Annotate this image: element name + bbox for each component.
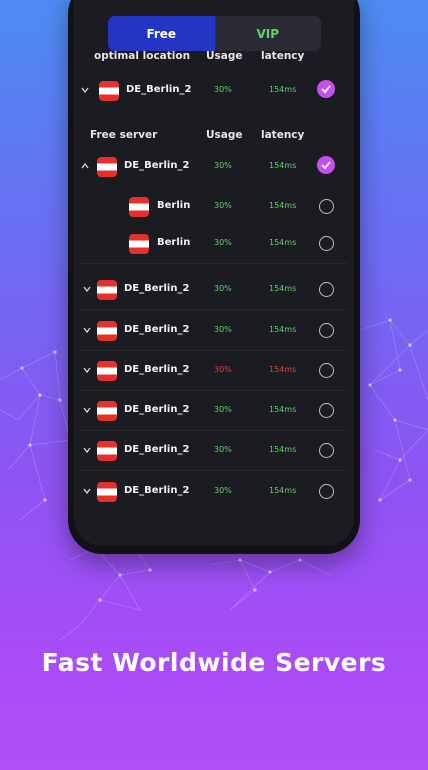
server-name: DE_Berlin_2 (124, 324, 190, 335)
phone-screen: Free VIP optimal location Usage latency … (74, 0, 354, 546)
server-latency: 154ms (269, 365, 297, 374)
server-usage: 30% (214, 284, 232, 293)
server-latency: 154ms (269, 161, 297, 170)
server-radio[interactable] (319, 236, 334, 251)
server-usage: 30% (214, 238, 232, 247)
chevron-down-icon[interactable] (82, 405, 92, 415)
row-divider (80, 309, 348, 310)
server-usage: 30% (214, 405, 232, 414)
row-divider (80, 263, 348, 264)
server-name: DE_Berlin_2 (124, 485, 190, 496)
server-latency: 154ms (269, 325, 297, 334)
server-latency: 154ms (269, 445, 297, 454)
server-name: DE_Berlin_2 (124, 364, 190, 375)
server-usage: 30% (214, 486, 232, 495)
server-usage: 30% (214, 161, 232, 170)
server-name: DE_Berlin_2 (126, 84, 192, 95)
usage-column-heading: Usage (206, 129, 243, 141)
austria-flag-icon (97, 157, 117, 177)
server-name: Berlin (157, 200, 191, 211)
server-name: DE_Berlin_2 (124, 160, 190, 171)
tagline: Fast Worldwide Servers (41, 648, 387, 677)
sub-server-row[interactable]: Berlin 30% 154ms (74, 224, 354, 264)
selected-check-icon[interactable] (317, 80, 335, 98)
chevron-down-icon[interactable] (82, 365, 92, 375)
server-usage: 30% (214, 325, 232, 334)
plan-segmented-control: Free VIP (108, 16, 321, 51)
server-row[interactable]: DE_Berlin_2 30% 154ms (74, 147, 354, 187)
austria-flag-icon (97, 401, 117, 421)
austria-flag-icon (99, 81, 119, 101)
usage-column-heading: Usage (206, 50, 243, 62)
server-row[interactable]: DE_Berlin_2 30% 154ms (74, 311, 354, 351)
server-row[interactable]: DE_Berlin_2 30% 154ms (74, 351, 354, 391)
free-server-heading: Free server (90, 129, 158, 141)
chevron-up-icon[interactable] (80, 161, 90, 171)
chevron-down-icon[interactable] (82, 284, 92, 294)
server-radio[interactable] (319, 323, 334, 338)
austria-flag-icon (97, 361, 117, 381)
chevron-down-icon[interactable] (82, 325, 92, 335)
optimal-server-row[interactable]: DE_Berlin_2 30% 154ms (74, 71, 354, 111)
server-latency: 154ms (269, 284, 297, 293)
server-latency: 154ms (269, 238, 297, 247)
server-row[interactable]: DE_Berlin_2 30% 154ms (74, 270, 354, 310)
server-radio[interactable] (319, 363, 334, 378)
server-radio[interactable] (319, 443, 334, 458)
austria-flag-icon (97, 441, 117, 461)
server-row[interactable]: DE_Berlin_2 30% 154ms (74, 391, 354, 431)
optimal-location-heading: optimal location (94, 50, 191, 62)
server-radio[interactable] (319, 403, 334, 418)
tab-vip[interactable]: VIP (215, 16, 322, 51)
austria-flag-icon (97, 482, 117, 502)
server-latency: 154ms (269, 486, 297, 495)
server-name: DE_Berlin_2 (124, 444, 190, 455)
latency-column-heading: latency (261, 50, 305, 62)
austria-flag-icon (129, 197, 149, 217)
server-radio[interactable] (319, 199, 334, 214)
selected-check-icon[interactable] (317, 156, 335, 174)
server-radio[interactable] (319, 484, 334, 499)
latency-column-heading: latency (261, 129, 305, 141)
server-usage: 30% (214, 85, 232, 94)
chevron-down-icon[interactable] (82, 486, 92, 496)
server-latency: 154ms (269, 201, 297, 210)
server-latency: 154ms (269, 405, 297, 414)
free-server-header-row: Free server Usage latency (74, 129, 354, 145)
sub-server-row[interactable]: Berlin 30% 154ms (74, 187, 354, 227)
server-radio[interactable] (319, 282, 334, 297)
server-row[interactable]: DE_Berlin_2 30% 154ms (74, 431, 354, 471)
server-row[interactable]: DE_Berlin_2 30% 154ms (74, 472, 354, 512)
chevron-down-icon[interactable] (80, 85, 90, 95)
server-name: DE_Berlin_2 (124, 283, 190, 294)
server-latency: 154ms (269, 85, 297, 94)
austria-flag-icon (129, 234, 149, 254)
server-usage: 30% (214, 445, 232, 454)
server-name: DE_Berlin_2 (124, 404, 190, 415)
server-usage: 30% (214, 201, 232, 210)
server-name: Berlin (157, 237, 191, 248)
row-divider (80, 470, 348, 471)
austria-flag-icon (97, 280, 117, 300)
phone-frame: Free VIP optimal location Usage latency … (68, 0, 360, 554)
tab-free[interactable]: Free (108, 16, 215, 51)
chevron-down-icon[interactable] (82, 445, 92, 455)
optimal-header-row: optimal location Usage latency (74, 50, 354, 66)
server-usage: 30% (214, 365, 232, 374)
austria-flag-icon (97, 321, 117, 341)
